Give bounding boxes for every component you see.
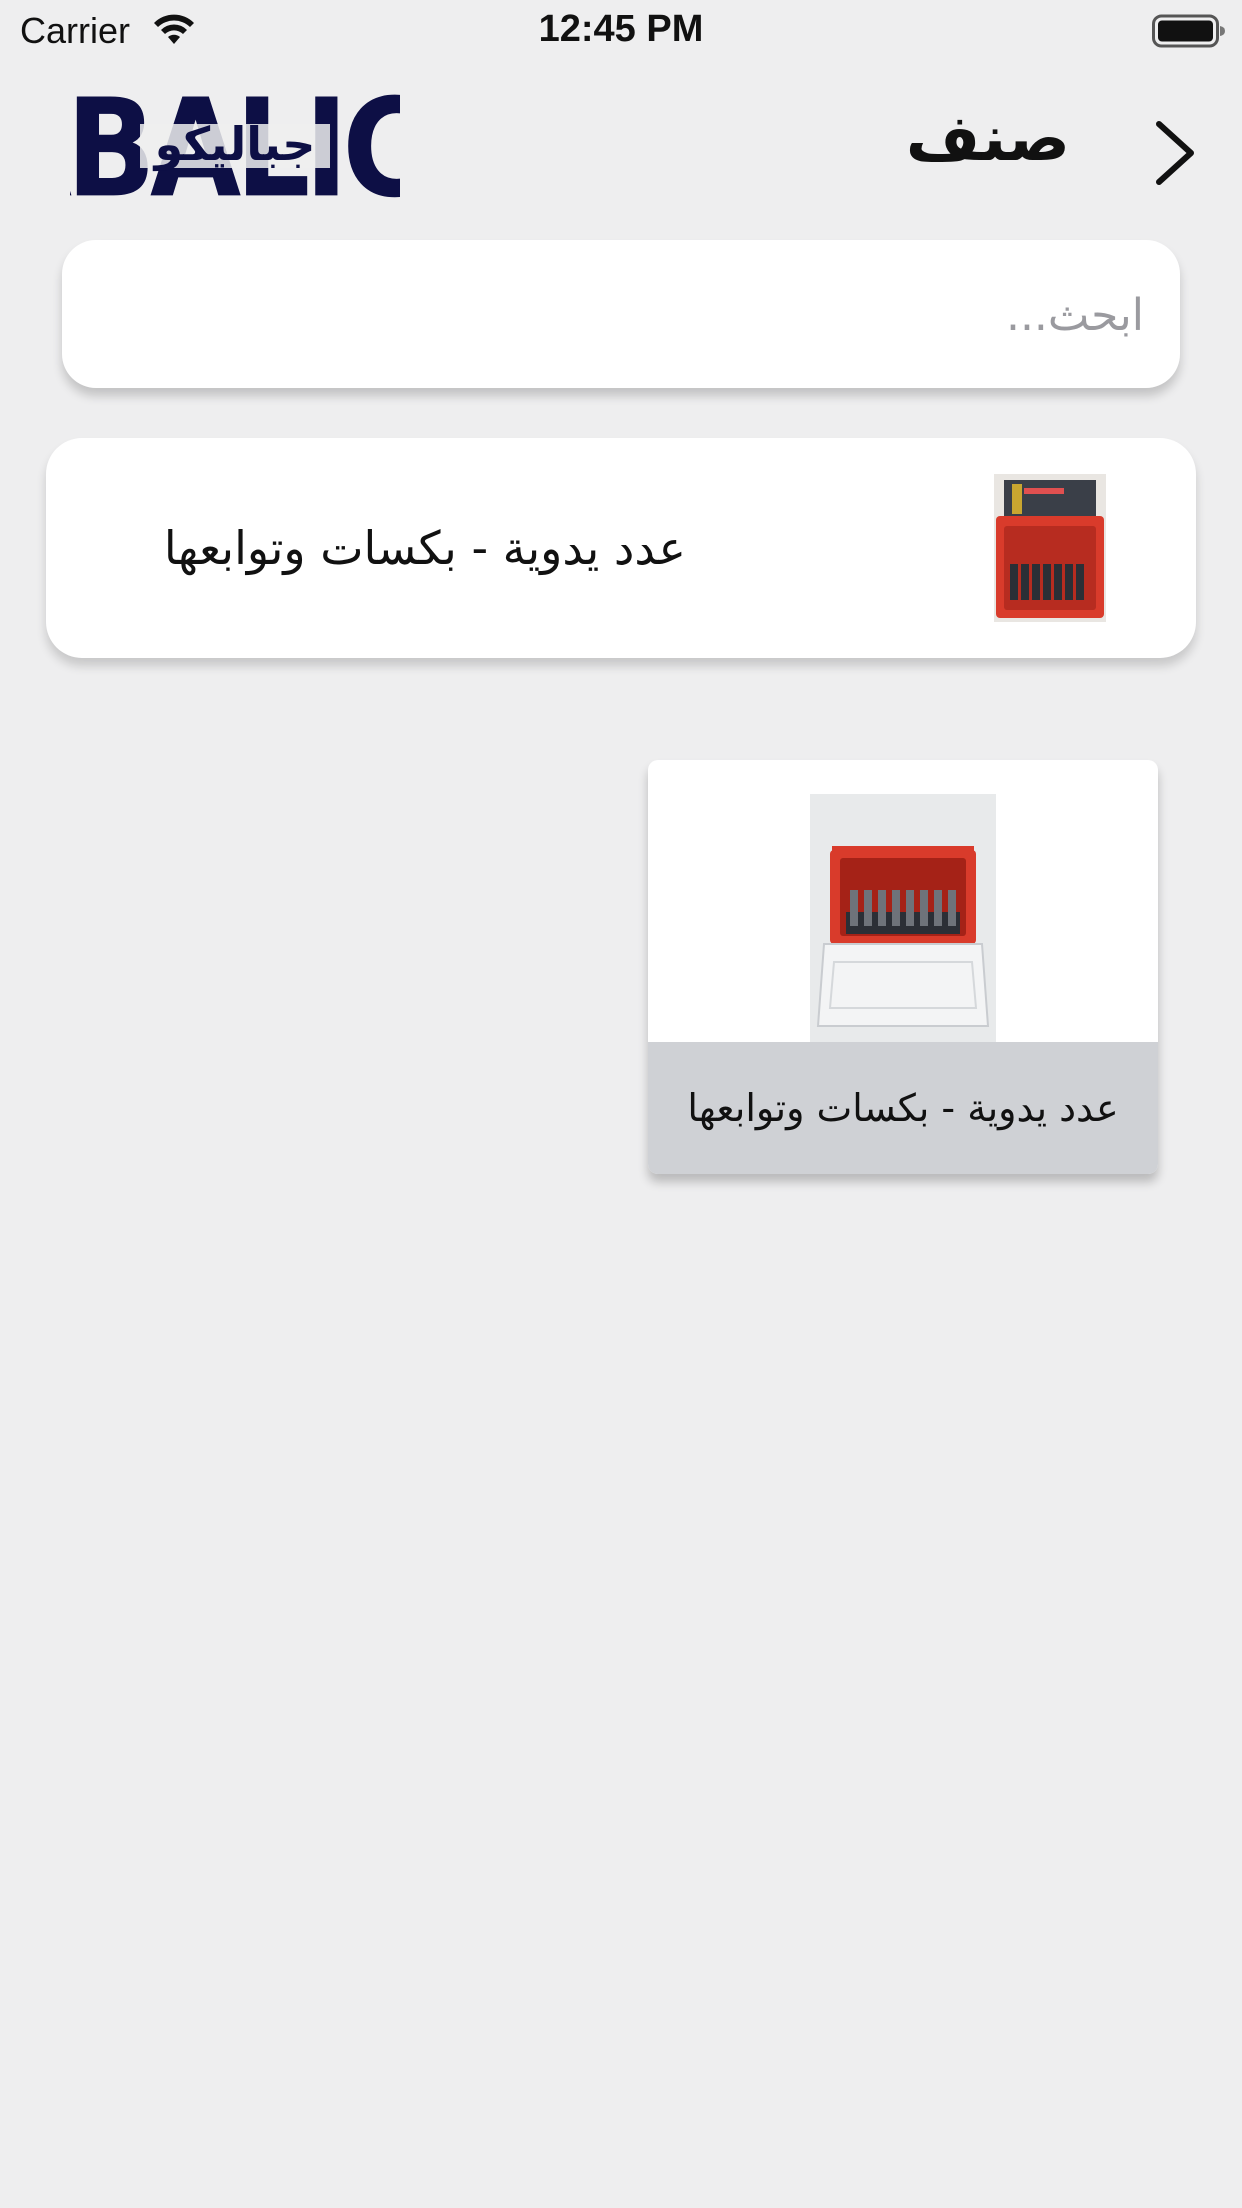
back-button[interactable]	[1140, 108, 1210, 198]
header: JABALICO جباليكو صنف	[0, 62, 1242, 232]
socket-set-case-image	[810, 794, 996, 1042]
jabalico-logo: JABALICO جباليكو	[70, 69, 400, 227]
grid-item-caption: عدد يدوية - بكسات وتوابعها	[648, 1042, 1158, 1174]
clock: 12:45 PM	[538, 8, 704, 50]
svg-text:جباليكو: جباليكو	[153, 117, 316, 171]
status-bar: Carrier 12:45 PM	[0, 0, 1242, 62]
category-thumbnail	[994, 474, 1106, 622]
category-row[interactable]: عدد يدوية - بكسات وتوابعها	[46, 438, 1196, 658]
grid-item-label: عدد يدوية - بكسات وتوابعها	[687, 1086, 1119, 1130]
grid-item-card[interactable]: عدد يدوية - بكسات وتوابعها	[648, 760, 1158, 1174]
search-input[interactable]	[92, 240, 1146, 390]
category-row-label: عدد يدوية - بكسات وتوابعها	[163, 521, 686, 575]
search-box	[62, 240, 1180, 390]
page-title: صنف	[905, 102, 1070, 176]
grid-item-image	[810, 794, 996, 1042]
battery-icon	[1152, 14, 1225, 48]
socket-set-case-image	[994, 474, 1106, 622]
chevron-right-icon	[1156, 121, 1194, 185]
